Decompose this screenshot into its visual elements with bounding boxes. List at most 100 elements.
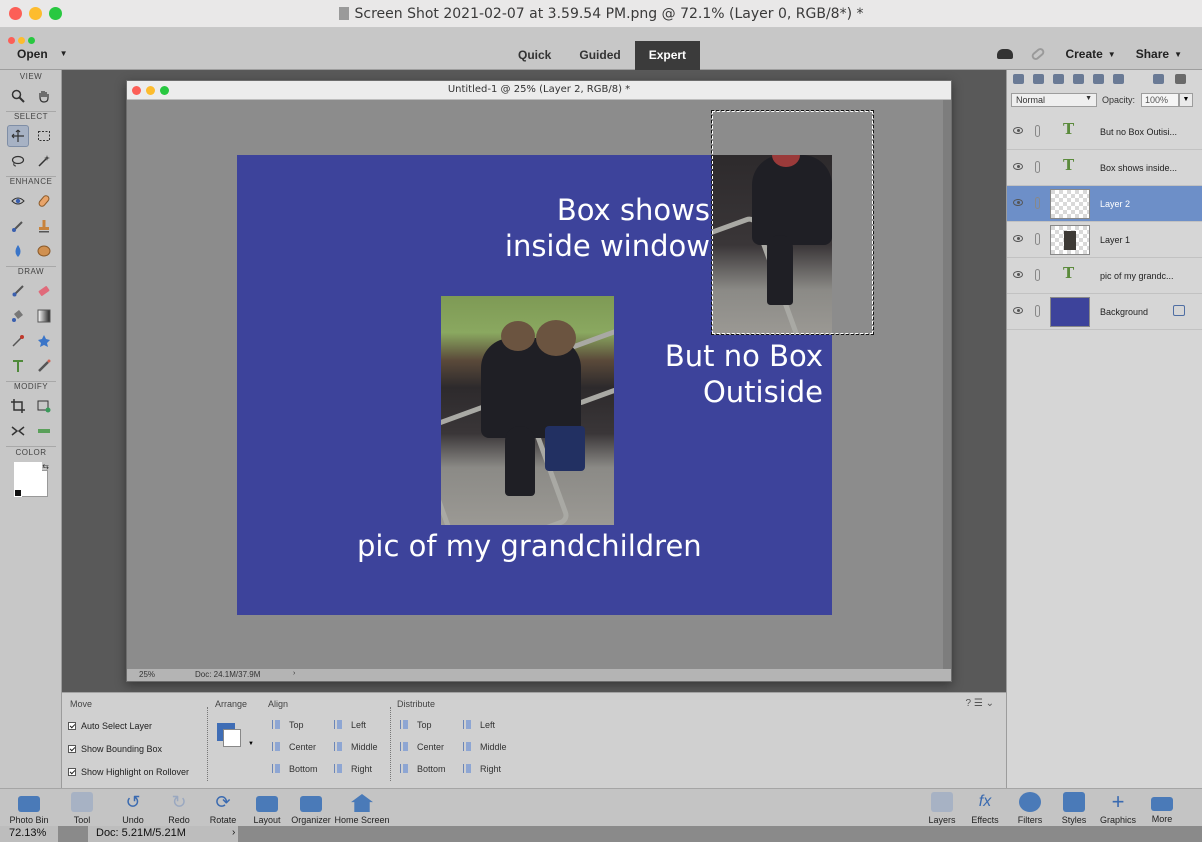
vertical-scrollbar[interactable] [943, 100, 951, 671]
show-bounding-box-checkbox[interactable]: Show Bounding Box [68, 744, 162, 754]
eyedropper-tool-icon[interactable] [7, 330, 29, 352]
photo-bin-button[interactable]: Photo Bin [9, 792, 49, 825]
lock-all-icon[interactable] [1093, 74, 1104, 84]
canvas-area[interactable]: Box shows inside window But no Box Outis… [127, 100, 945, 671]
tab-expert[interactable]: Expert [634, 41, 701, 70]
layer-row[interactable]: T Box shows inside... [1007, 150, 1202, 186]
organizer-button[interactable]: Organizer [290, 792, 332, 825]
checkbox-checked[interactable] [68, 745, 76, 753]
spot-healing-tool-icon[interactable] [33, 190, 55, 212]
gradient-tool-icon[interactable] [33, 305, 55, 327]
blend-mode-select[interactable]: Normal ▼ [1011, 93, 1097, 107]
app-close-dot[interactable] [8, 37, 15, 44]
align-right-button[interactable]: Right [334, 764, 372, 774]
cloud-icon[interactable] [997, 49, 1014, 59]
eye-icon[interactable] [1013, 163, 1023, 170]
clone-stamp-tool-icon[interactable] [33, 215, 55, 237]
sponge-tool-icon[interactable] [33, 240, 55, 262]
filters-button[interactable]: Filters [1014, 792, 1046, 825]
smart-brush-tool-icon[interactable] [7, 215, 29, 237]
content-aware-move-tool-icon[interactable] [7, 420, 29, 442]
app-minimize-dot[interactable] [18, 37, 25, 44]
share-button[interactable]: Share ▼ [1136, 47, 1182, 61]
layer-mask-icon[interactable] [1073, 74, 1084, 84]
blur-tool-icon[interactable] [7, 240, 29, 262]
chevron-right-icon[interactable]: › [232, 827, 235, 838]
effects-button[interactable]: fx Effects [968, 792, 1002, 825]
lock-transparent-icon[interactable] [1113, 74, 1124, 84]
layer-row[interactable]: Layer 1 [1007, 222, 1202, 258]
opacity-input[interactable]: 100% [1141, 93, 1179, 107]
rotate-button[interactable]: ⟳ Rotate [206, 792, 240, 825]
link-icon[interactable] [1035, 269, 1040, 281]
more-button[interactable]: More [1148, 792, 1176, 824]
lasso-tool-icon[interactable] [7, 150, 29, 172]
eye-icon[interactable] [1013, 271, 1023, 278]
default-colors-icon[interactable] [14, 489, 22, 497]
straighten-tool-icon[interactable] [33, 420, 55, 442]
distribute-center-button[interactable]: Center [400, 742, 444, 752]
eye-icon[interactable] [1013, 235, 1023, 242]
distribute-left-button[interactable]: Left [463, 720, 495, 730]
layout-button[interactable]: Layout [252, 792, 282, 825]
graphics-button[interactable]: + Graphics [1098, 791, 1138, 826]
color-swatches[interactable]: ⇆ [14, 462, 50, 498]
link-icon[interactable] [1035, 233, 1040, 245]
align-left-button[interactable]: Left [334, 720, 366, 730]
link-icon[interactable] [1035, 197, 1040, 209]
distribute-right-button[interactable]: Right [463, 764, 501, 774]
pencil-tool-icon[interactable] [33, 355, 55, 377]
align-bottom-button[interactable]: Bottom [272, 764, 318, 774]
trash-icon[interactable] [1153, 74, 1164, 84]
chevron-down-icon[interactable]: ▼ [1179, 93, 1193, 107]
eye-icon[interactable] [1013, 127, 1023, 134]
tab-guided[interactable]: Guided [565, 41, 634, 70]
layer-row[interactable]: T pic of my grandc... [1007, 258, 1202, 294]
brush-tool-icon[interactable] [7, 280, 29, 302]
document-zoom-readout[interactable]: 25% [139, 670, 155, 679]
swap-colors-icon[interactable]: ⇆ [42, 462, 49, 471]
show-highlight-checkbox[interactable]: Show Highlight on Rollover [68, 767, 189, 777]
layers-button[interactable]: Layers [926, 792, 958, 825]
layer-row[interactable]: T But no Box Outisi... [1007, 114, 1202, 150]
create-button[interactable]: Create ▼ [1065, 47, 1115, 61]
foreground-color-swatch[interactable] [14, 462, 42, 489]
home-screen-button[interactable]: Home Screen [334, 792, 390, 825]
text-layer-pic-caption[interactable]: pic of my grandchildren [357, 528, 702, 564]
fill-adjustment-icon[interactable] [1053, 74, 1064, 84]
auto-select-layer-checkbox[interactable]: Auto Select Layer [68, 721, 152, 731]
panel-menu-icon[interactable] [1175, 74, 1186, 84]
align-center-button[interactable]: Center [272, 742, 316, 752]
paint-bucket-tool-icon[interactable] [7, 305, 29, 327]
lock-icon[interactable] [1173, 305, 1185, 316]
chevron-right-icon[interactable]: › [293, 670, 295, 677]
styles-button[interactable]: Styles [1058, 792, 1090, 825]
distribute-bottom-button[interactable]: Bottom [400, 764, 446, 774]
selection-marquee[interactable] [711, 110, 874, 335]
checkbox-checked[interactable] [68, 722, 76, 730]
eye-icon[interactable] [1013, 199, 1023, 206]
marquee-tool-icon[interactable] [33, 125, 55, 147]
app-zoom-dot[interactable] [28, 37, 35, 44]
hand-tool-icon[interactable] [33, 85, 55, 107]
link-icon[interactable] [1035, 305, 1040, 317]
distribute-middle-button[interactable]: Middle [463, 742, 507, 752]
link-icon[interactable] [1030, 46, 1047, 62]
checkbox-checked[interactable] [68, 768, 76, 776]
zoom-readout[interactable]: 72.13% [0, 826, 58, 842]
arrange-icon[interactable]: ▼ [217, 723, 254, 749]
undo-button[interactable]: ↺ Undo [118, 792, 148, 825]
red-eye-tool-icon[interactable] [7, 190, 29, 212]
eye-icon[interactable] [1013, 307, 1023, 314]
link-icon[interactable] [1035, 161, 1040, 173]
magic-wand-tool-icon[interactable] [33, 150, 55, 172]
eraser-tool-icon[interactable] [33, 280, 55, 302]
new-group-icon[interactable] [1033, 74, 1044, 84]
open-button[interactable]: Open ▼ [17, 47, 68, 61]
layer-row[interactable]: Background [1007, 294, 1202, 330]
help-icon[interactable]: ? ☰ ⌄ [966, 698, 994, 709]
type-tool-icon[interactable] [7, 355, 29, 377]
text-layer-box-shows[interactable]: Box shows inside window [505, 192, 710, 264]
redo-button[interactable]: ↻ Redo [164, 792, 194, 825]
zoom-tool-icon[interactable] [7, 85, 29, 107]
